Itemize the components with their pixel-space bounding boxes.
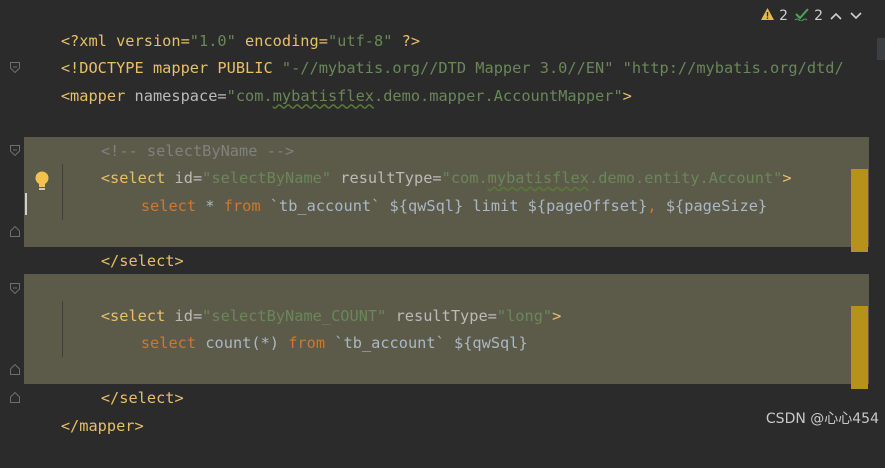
code-line: <!-- selectByName --> xyxy=(100,141,295,160)
warnings-counter[interactable]: 2 xyxy=(760,7,788,25)
lightbulb-icon[interactable] xyxy=(34,170,50,192)
code-line: <select id="selectByName" resultType="co… xyxy=(100,169,792,187)
horizontal-scroll-marker[interactable] xyxy=(877,38,885,60)
fold-end-icon[interactable] xyxy=(10,364,20,375)
code-line: </select> xyxy=(100,389,184,407)
code-editor[interactable]: <?xml version="1.0" encoding="utf-8" ?> … xyxy=(24,0,885,435)
code-line: <mapper namespace="com.mybatisflex.demo.… xyxy=(60,86,632,105)
warning-triangle-icon xyxy=(760,7,775,25)
typos-counter[interactable]: 2 xyxy=(794,7,823,25)
fold-end-icon[interactable] xyxy=(10,226,20,237)
code-line: <?xml version="1.0" encoding="utf-8" ?> xyxy=(60,31,421,50)
fold-collapse-icon[interactable] xyxy=(10,283,20,294)
code-line: select * from `tb_account` ${qwSql} limi… xyxy=(140,196,768,215)
code-line: <select id="selectByName_COUNT" resultTy… xyxy=(100,306,562,325)
code-line: <!DOCTYPE mapper PUBLIC "-//mybatis.org/… xyxy=(60,59,844,77)
code-line: </select> xyxy=(100,251,184,270)
typos-count: 2 xyxy=(814,8,823,24)
fold-collapse-icon[interactable] xyxy=(10,145,20,156)
typo-check-icon xyxy=(794,7,810,25)
fold-collapse-icon[interactable] xyxy=(10,62,20,73)
fold-end-icon[interactable] xyxy=(10,392,20,403)
chevron-down-icon[interactable] xyxy=(849,9,863,23)
watermark: CSDN @心心454 xyxy=(765,411,879,427)
warnings-count: 2 xyxy=(779,8,789,24)
inspection-status[interactable]: 2 2 xyxy=(760,4,863,28)
text-caret xyxy=(25,193,27,215)
code-line: select count(*) from `tb_account` ${qwSq… xyxy=(140,334,528,352)
code-line: </mapper> xyxy=(60,416,144,435)
chevron-up-icon[interactable] xyxy=(829,9,843,23)
